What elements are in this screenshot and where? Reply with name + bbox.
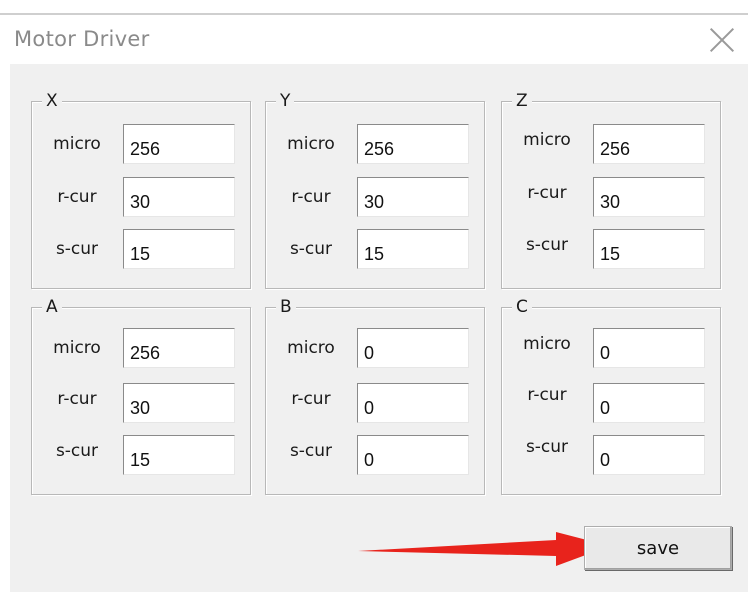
row-micro: micro [266, 328, 484, 374]
x-r-cur-input[interactable] [123, 177, 235, 217]
row-r-cur: r-cur [502, 383, 720, 429]
c-micro-input[interactable] [593, 328, 705, 368]
x-s-cur-input[interactable] [123, 229, 235, 269]
a-r-cur-input[interactable] [123, 383, 235, 423]
group-c: C micro r-cur s-cur [501, 297, 721, 495]
s-cur-label: s-cur [55, 441, 99, 461]
row-r-cur: r-cur [502, 177, 720, 223]
row-micro: micro [502, 124, 720, 170]
micro-label: micro [287, 338, 335, 358]
group-z: Z micro r-cur s-cur [501, 91, 721, 289]
b-micro-input[interactable] [357, 328, 469, 368]
row-micro: micro [266, 124, 484, 170]
r-cur-label: r-cur [57, 187, 97, 207]
r-cur-label: r-cur [527, 183, 567, 203]
window-top-border [0, 13, 748, 15]
row-micro: micro [32, 124, 250, 170]
z-micro-input[interactable] [593, 124, 705, 164]
c-s-cur-input[interactable] [593, 435, 705, 475]
group-title: C [512, 297, 532, 317]
s-cur-label: s-cur [289, 239, 333, 259]
group-title: Y [276, 91, 295, 111]
s-cur-label: s-cur [525, 235, 569, 255]
r-cur-label: r-cur [291, 187, 331, 207]
s-cur-label: s-cur [525, 437, 569, 457]
s-cur-label: s-cur [289, 441, 333, 461]
row-r-cur: r-cur [32, 177, 250, 223]
r-cur-label: r-cur [527, 385, 567, 405]
row-s-cur: s-cur [502, 229, 720, 275]
row-micro: micro [32, 328, 250, 374]
a-s-cur-input[interactable] [123, 435, 235, 475]
y-r-cur-input[interactable] [357, 177, 469, 217]
micro-label: micro [523, 130, 571, 150]
group-title: B [276, 297, 296, 317]
y-s-cur-input[interactable] [357, 229, 469, 269]
a-micro-input[interactable] [123, 328, 235, 368]
group-a: A micro r-cur s-cur [31, 297, 251, 495]
group-title: Z [512, 91, 532, 111]
micro-label: micro [53, 338, 101, 358]
row-micro: micro [502, 328, 720, 374]
group-title: A [42, 297, 62, 317]
arrow-annotation-icon [358, 532, 610, 566]
close-icon[interactable] [708, 26, 736, 54]
micro-label: micro [523, 334, 571, 354]
z-s-cur-input[interactable] [593, 229, 705, 269]
row-s-cur: s-cur [502, 435, 720, 481]
r-cur-label: r-cur [57, 389, 97, 409]
z-r-cur-input[interactable] [593, 177, 705, 217]
micro-label: micro [287, 134, 335, 154]
group-x: X micro r-cur s-cur [31, 91, 251, 289]
row-r-cur: r-cur [32, 383, 250, 429]
b-s-cur-input[interactable] [357, 435, 469, 475]
row-s-cur: s-cur [266, 229, 484, 275]
row-s-cur: s-cur [266, 435, 484, 481]
group-title: X [42, 91, 62, 111]
motor-driver-dialog: Motor Driver X micro r-cur s-cur Y micro [0, 0, 748, 592]
group-b: B micro r-cur s-cur [265, 297, 485, 495]
x-micro-input[interactable] [123, 124, 235, 164]
window-title: Motor Driver [14, 27, 150, 51]
y-micro-input[interactable] [357, 124, 469, 164]
dialog-client-area: X micro r-cur s-cur Y micro r-cur [10, 64, 748, 592]
row-s-cur: s-cur [32, 435, 250, 481]
s-cur-label: s-cur [55, 239, 99, 259]
micro-label: micro [53, 134, 101, 154]
b-r-cur-input[interactable] [357, 383, 469, 423]
row-r-cur: r-cur [266, 383, 484, 429]
save-button[interactable]: save [584, 526, 732, 570]
row-s-cur: s-cur [32, 229, 250, 275]
group-y: Y micro r-cur s-cur [265, 91, 485, 289]
row-r-cur: r-cur [266, 177, 484, 223]
c-r-cur-input[interactable] [593, 383, 705, 423]
r-cur-label: r-cur [291, 389, 331, 409]
